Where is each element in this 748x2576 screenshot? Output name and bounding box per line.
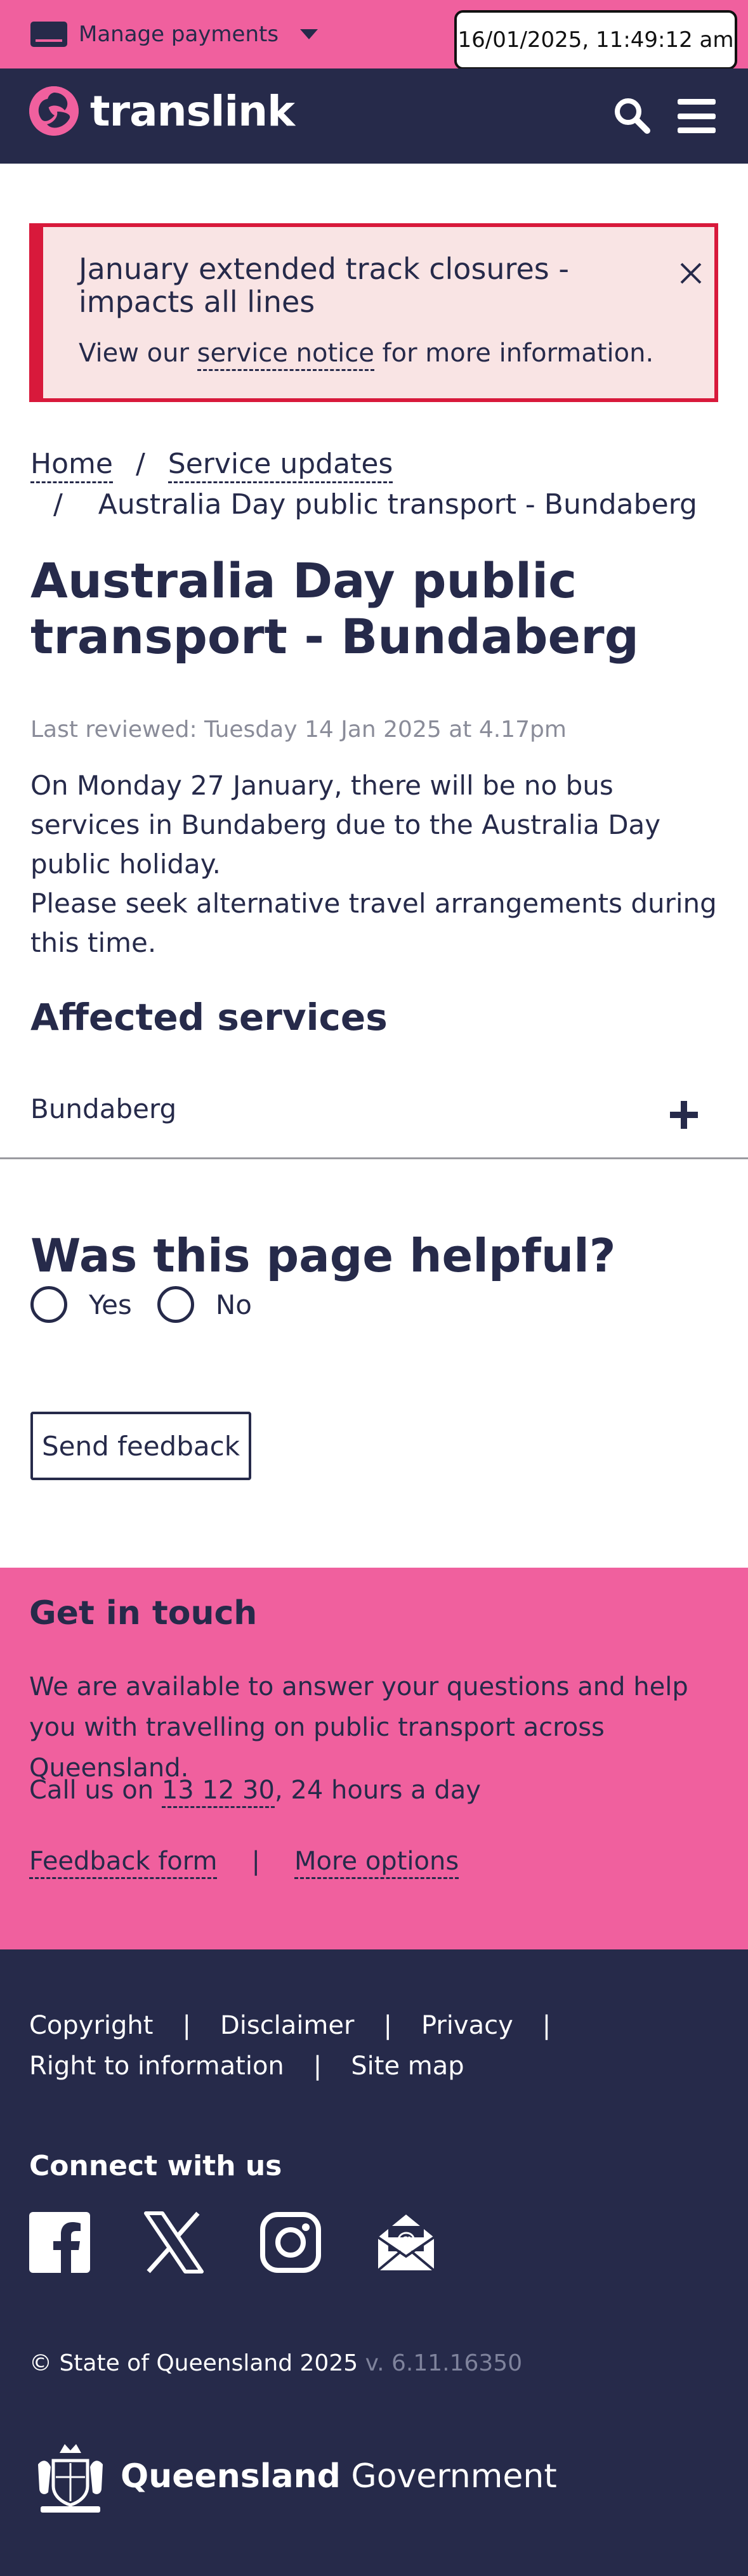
x-link[interactable] [142,2211,206,2274]
breadcrumb-current: / Australia Day public transport - Bunda… [30,485,728,525]
email-link[interactable]: @ [374,2211,438,2274]
more-options-link[interactable]: More options [294,1847,459,1879]
footer-separator: | [383,2011,392,2040]
radio-yes[interactable] [30,1286,67,1323]
x-icon [144,2211,204,2274]
breadcrumb: Home / Service updates / Australia Day pub… [30,444,728,525]
service-alert: January extended track closures - impact… [29,223,718,402]
manage-payments-label: Manage payments [79,22,279,47]
last-reviewed: Last reviewed: Tuesday 14 Jan 2025 at 4.… [30,717,567,743]
alert-close-button[interactable] [678,260,704,287]
radio-no[interactable] [157,1286,194,1323]
breadcrumb-current-label: Australia Day public transport - Bundabe… [98,488,697,521]
footer-separator: | [313,2052,322,2081]
payment-card-icon [30,22,67,47]
instagram-icon [260,2212,321,2273]
notice-paragraph: On Monday 27 January, there will be no b… [30,770,661,880]
footer-link-copyright[interactable]: Copyright [29,2011,153,2040]
breadcrumb-service-updates[interactable]: Service updates [167,448,393,483]
menu-button[interactable] [678,99,716,133]
brand-name: translink [90,86,295,136]
accordion-bundaberg[interactable]: Bundaberg [0,1078,748,1159]
call-suffix: , 24 hours a day [274,1776,481,1805]
search-button[interactable] [613,96,651,134]
plus-icon [670,1101,698,1129]
timestamp-overlay: 16/01/2025, 11:49:12 am [454,10,737,70]
version-label: v. 6.11.16350 [365,2350,523,2376]
radio-no-label: No [215,1289,252,1320]
get-in-touch-text: We are available to answer your question… [29,1672,688,1783]
footer-link-right-to-information[interactable]: Right to information [29,2052,284,2081]
get-in-touch-heading: Get in touch [29,1594,258,1632]
site-footer: Copyright | Disclaimer | Privacy | Right to i… [0,1949,748,2576]
phone-link[interactable]: 13 12 30 [161,1776,275,1808]
feedback-form-link[interactable]: Feedback form [29,1847,218,1879]
close-icon [680,263,702,284]
breadcrumb-separator: / [135,448,145,480]
send-feedback-button[interactable]: Send feedback [30,1412,251,1480]
facebook-icon [29,2212,90,2273]
translink-logo[interactable]: translink [29,86,295,136]
service-notice-link[interactable]: service notice [197,339,374,371]
breadcrumb-separator: / [53,488,63,521]
advice-paragraph: Please seek alternative travel arrangeme… [30,888,717,958]
copyright-label: © State of Queensland 2025 [29,2350,358,2376]
call-us-text: Call us on 13 12 30, 24 hours a day [29,1776,481,1808]
alert-body: View our service notice for more informa… [79,339,654,371]
radio-yes-label: Yes [89,1289,132,1320]
accordion-label: Bundaberg [30,1093,177,1124]
footer-separator: | [182,2011,191,2040]
call-prefix: Call us on [29,1776,162,1805]
footer-link-site-map[interactable]: Site map [351,2052,464,2081]
alert-body-suffix: for more information. [374,339,654,368]
helpful-radio-group: Yes No [30,1286,277,1323]
search-icon [615,98,650,134]
helpful-heading: Was this page helpful? [30,1229,616,1282]
alert-title: January extended track closures - impact… [79,252,569,319]
page-title: Australia Day public transport - Bundabe… [30,552,639,665]
chevron-down-icon [300,29,318,39]
wordmark-regular: Government [351,2457,557,2495]
facebook-link[interactable] [28,2211,91,2274]
instagram-link[interactable] [259,2211,322,2274]
affected-services-heading: Affected services [30,996,388,1039]
alert-body-prefix: View our [79,339,197,368]
menu-icon-bar [678,99,716,105]
footer-links: Copyright | Disclaimer | Privacy | Right to i… [29,2005,727,2086]
footer-separator: | [542,2011,551,2040]
queensland-government-logo[interactable]: Queensland Government [29,2435,557,2518]
top-bar: Manage payments 16/01/2025, 11:49:12 am [0,0,748,70]
site-header: translink [0,68,748,164]
queensland-coat-of-arms-icon [38,2444,103,2513]
connect-heading: Connect with us [29,2150,282,2182]
footer-link-disclaimer[interactable]: Disclaimer [220,2011,355,2040]
email-icon: @ [377,2215,435,2272]
manage-payments-toggle[interactable]: Manage payments [30,16,318,52]
link-separator: | [251,1847,260,1876]
menu-icon-bar [678,127,716,133]
breadcrumb-home[interactable]: Home [30,448,113,483]
footer-link-privacy[interactable]: Privacy [421,2011,513,2040]
translink-logo-icon [29,86,79,136]
copyright-text: © State of Queensland 2025 v. 6.11.16350 [29,2350,522,2376]
get-in-touch-section: Get in touch We are available to answer … [0,1568,748,1949]
contact-links: Feedback form | More options [29,1847,459,1879]
queensland-government-wordmark: Queensland Government [121,2457,557,2495]
wordmark-bold: Queensland [121,2457,341,2495]
menu-icon-bar [678,113,716,119]
